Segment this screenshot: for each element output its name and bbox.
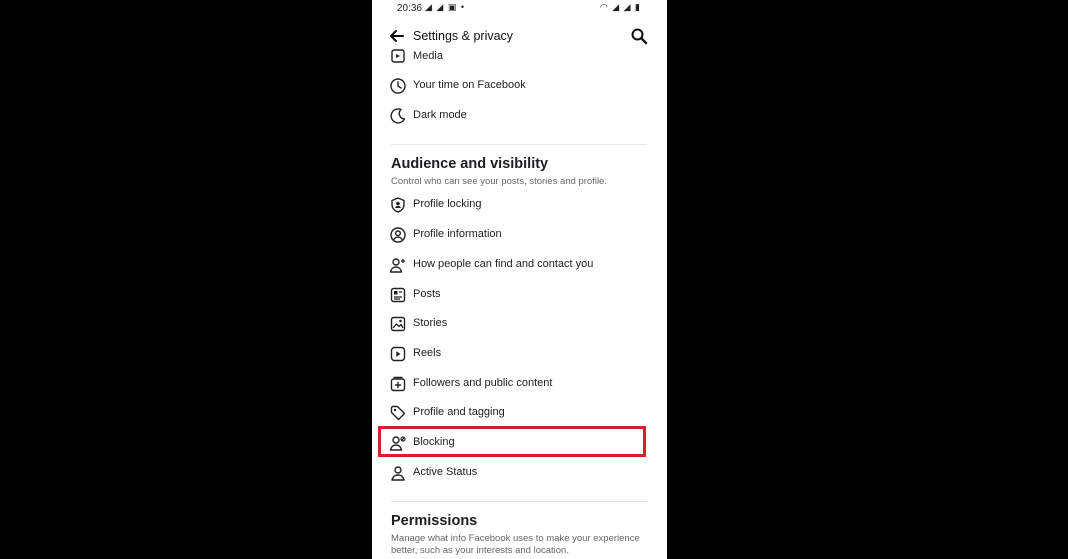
section-divider <box>391 501 647 502</box>
settings-item-profile-and-tagging[interactable]: Profile and tagging <box>372 400 667 426</box>
user-circle-icon <box>389 226 407 244</box>
settings-item-label: Followers and public content <box>413 377 553 389</box>
status-bar: 20:36 ◢ ◢ ▣ • ◠ ◢ ◢ ▮ <box>372 0 667 18</box>
settings-item-active-status[interactable]: Active Status <box>372 460 667 486</box>
reels-icon <box>389 345 407 363</box>
section-divider <box>391 144 647 145</box>
posts-icon <box>389 286 407 304</box>
settings-item-label: Dark mode <box>413 109 467 121</box>
settings-item-time-on-facebook[interactable]: Your time on Facebook <box>372 73 667 99</box>
settings-item-label: Posts <box>413 288 441 300</box>
settings-item-media[interactable]: Media <box>372 44 667 70</box>
section-title-audience: Audience and visibility <box>391 156 549 172</box>
settings-item-label: Profile information <box>413 228 502 240</box>
settings-item-label: Media <box>413 50 443 62</box>
settings-item-dark-mode[interactable]: Dark mode <box>372 103 667 129</box>
clock-icon <box>389 77 407 95</box>
followers-icon <box>389 375 407 393</box>
settings-item-label: Stories <box>413 317 448 329</box>
section-title-permissions: Permissions <box>391 513 478 529</box>
settings-item-posts[interactable]: Posts <box>372 282 667 308</box>
stories-icon <box>389 315 407 333</box>
settings-item-stories[interactable]: Stories <box>372 311 667 337</box>
notification-icons: ◢ ◢ ▣ • <box>425 2 465 12</box>
arrow-left-icon[interactable] <box>388 27 406 45</box>
settings-item-label: Your time on Facebook <box>413 79 526 91</box>
blocking-highlight-box <box>378 426 646 457</box>
settings-item-label: Profile and tagging <box>413 406 505 418</box>
tag-icon <box>389 404 407 422</box>
settings-item-reels[interactable]: Reels <box>372 341 667 367</box>
user-status-icon <box>389 464 407 482</box>
settings-item-profile-information[interactable]: Profile information <box>372 222 667 248</box>
search-icon[interactable] <box>630 27 648 45</box>
section-description-permissions: Manage what info Facebook uses to make y… <box>391 533 640 556</box>
settings-item-label: Reels <box>413 347 442 359</box>
media-icon <box>389 48 407 66</box>
settings-item-label: How people can find and contact you <box>413 258 594 270</box>
settings-item-profile-locking[interactable]: Profile locking <box>372 192 667 218</box>
settings-item-label: Active Status <box>413 466 478 478</box>
signal-battery-icons: ◠ ◢ ◢ ▮ <box>599 2 641 12</box>
user-plus-icon <box>389 256 407 274</box>
moon-icon <box>389 107 407 125</box>
shield-user-icon <box>389 196 407 214</box>
section-description-audience: Control who can see your posts, stories … <box>391 176 607 187</box>
page-title: Settings & privacy <box>413 29 514 43</box>
settings-item-find-and-contact[interactable]: How people can find and contact you <box>372 252 667 278</box>
status-time: 20:36 <box>397 3 423 14</box>
settings-item-followers[interactable]: Followers and public content <box>372 371 667 397</box>
settings-item-label: Profile locking <box>413 198 482 210</box>
phone-screen: 20:36 ◢ ◢ ▣ • ◠ ◢ ◢ ▮ Settings & privacy… <box>372 0 667 559</box>
